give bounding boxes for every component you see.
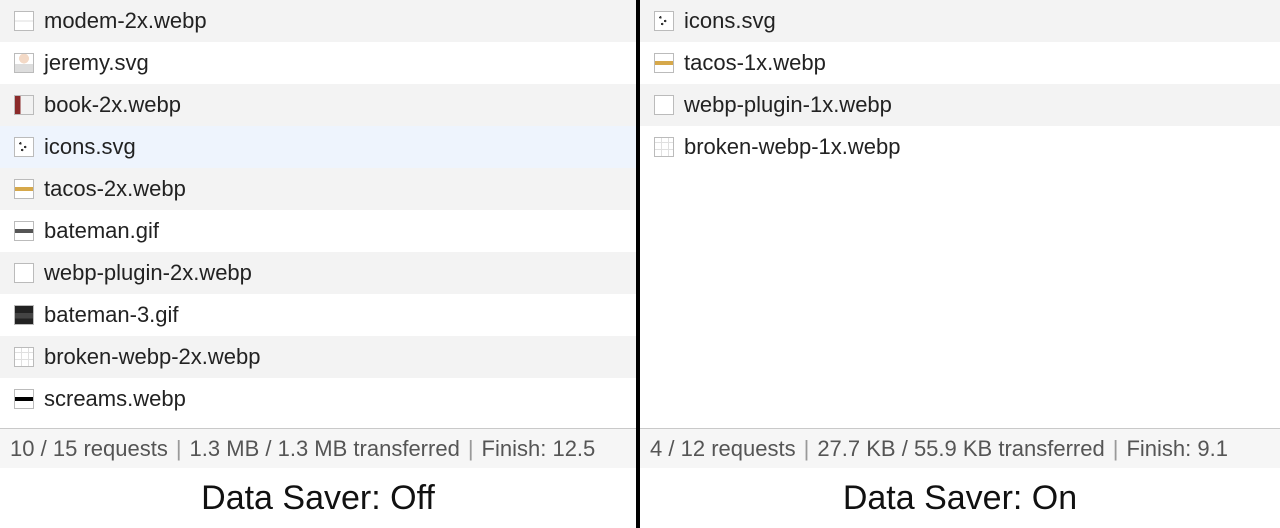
network-request-row[interactable]: tacos-1x.webp [640,42,1280,84]
requests-total: 12 [681,436,705,462]
network-request-row[interactable]: broken-webp-1x.webp [640,126,1280,168]
file-name: tacos-1x.webp [684,50,826,76]
network-request-row[interactable]: icons.svg [0,126,636,168]
file-thumbnail-icon [14,95,34,115]
requests-label: requests [711,436,795,462]
pane-data-saver-on: icons.svg tacos-1x.webp webp-plugin-1x.web… [640,0,1280,528]
network-request-row[interactable]: broken-webp-2x.webp [0,336,636,378]
caption-text: Data Saver: On [843,479,1077,518]
network-request-row[interactable]: webp-plugin-2x.webp [0,252,636,294]
caption-right: Data Saver: On [640,468,1280,528]
comparison-container: modem-2x.webp jeremy.svg book-2x.webp icons… [0,0,1280,528]
status-separator: | [1113,436,1119,462]
caption-text: Data Saver: Off [201,479,435,518]
file-name: modem-2x.webp [44,8,207,34]
transferred-total: 1.3 MB [278,436,348,462]
requests-shown: 10 [10,436,34,462]
file-name: screams.webp [44,386,186,412]
transferred-shown: 27.7 KB [817,436,895,462]
finish-label: Finish: [1126,436,1191,462]
finish-value: 12.5 [552,436,595,462]
file-name: bateman.gif [44,218,159,244]
network-request-row[interactable]: webp-plugin-1x.webp [640,84,1280,126]
file-thumbnail-icon [14,305,34,325]
file-name: bateman-3.gif [44,302,179,328]
file-thumbnail-icon [654,11,674,31]
file-thumbnail-icon [14,137,34,157]
file-thumbnail-icon [14,179,34,199]
network-request-row[interactable]: bateman.gif [0,210,636,252]
requests-label: requests [83,436,167,462]
file-thumbnail-icon [14,11,34,31]
network-request-row[interactable]: tacos-2x.webp [0,168,636,210]
file-name: jeremy.svg [44,50,149,76]
file-name: webp-plugin-1x.webp [684,92,892,118]
status-separator: | [468,436,474,462]
file-thumbnail-icon [14,221,34,241]
caption-left: Data Saver: Off [0,468,636,528]
network-request-list-left[interactable]: modem-2x.webp jeremy.svg book-2x.webp icons… [0,0,636,428]
status-separator: | [176,436,182,462]
file-name: book-2x.webp [44,92,181,118]
file-name: icons.svg [44,134,136,160]
network-request-row[interactable]: bateman-3.gif [0,294,636,336]
file-thumbnail-icon [14,263,34,283]
network-request-row[interactable]: screams.webp [0,378,636,420]
file-name: icons.svg [684,8,776,34]
file-name: webp-plugin-2x.webp [44,260,252,286]
network-request-row[interactable]: book-2x.webp [0,84,636,126]
file-thumbnail-icon [14,347,34,367]
network-request-row[interactable]: jeremy.svg [0,42,636,84]
requests-total: 15 [53,436,77,462]
transferred-total: 55.9 KB [914,436,992,462]
requests-shown: 4 [650,436,662,462]
transferred-label: transferred [998,436,1104,462]
file-thumbnail-icon [14,389,34,409]
network-request-row[interactable]: modem-2x.webp [0,0,636,42]
file-thumbnail-icon [654,53,674,73]
network-request-row[interactable]: icons.svg [640,0,1280,42]
status-bar-left: 10 / 15 requests | 1.3 MB / 1.3 MB trans… [0,428,636,468]
transferred-shown: 1.3 MB [190,436,260,462]
file-name: tacos-2x.webp [44,176,186,202]
file-thumbnail-icon [14,53,34,73]
file-thumbnail-icon [654,137,674,157]
status-separator: | [804,436,810,462]
network-request-list-right[interactable]: icons.svg tacos-1x.webp webp-plugin-1x.web… [640,0,1280,428]
finish-value: 9.1 [1197,436,1228,462]
pane-data-saver-off: modem-2x.webp jeremy.svg book-2x.webp icons… [0,0,640,528]
finish-label: Finish: [482,436,547,462]
transferred-label: transferred [353,436,459,462]
status-bar-right: 4 / 12 requests | 27.7 KB / 55.9 KB tran… [640,428,1280,468]
file-thumbnail-icon [654,95,674,115]
file-name: broken-webp-2x.webp [44,344,260,370]
file-name: broken-webp-1x.webp [684,134,900,160]
